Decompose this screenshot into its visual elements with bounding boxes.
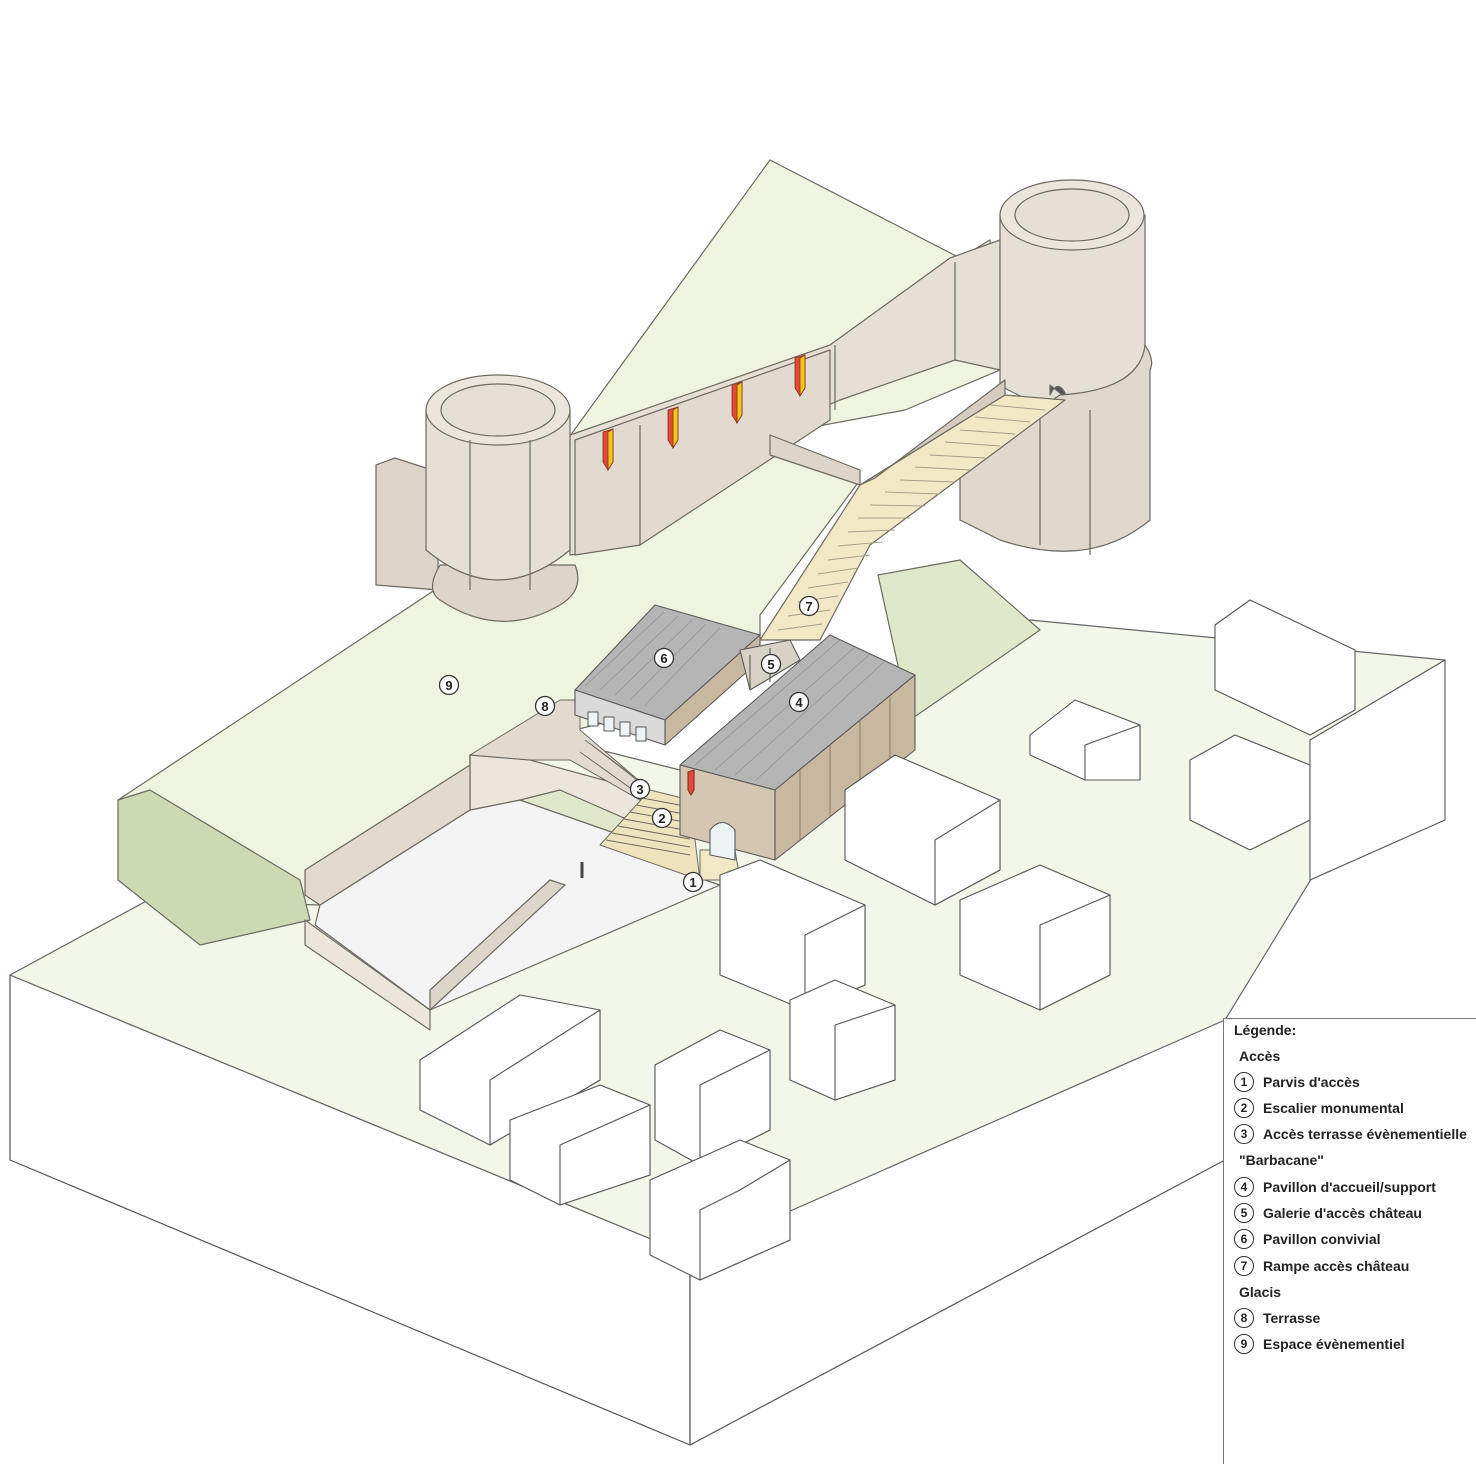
legend-group-glacis: Glacis — [1239, 1284, 1282, 1300]
legend-item-9: 9 Espace évènementiel — [1234, 1333, 1405, 1355]
legend-group-acces: Accès — [1239, 1048, 1281, 1064]
legend-number-badge: 4 — [1234, 1177, 1254, 1197]
svg-text:9: 9 — [445, 678, 452, 693]
legend-item-label: Terrasse — [1263, 1310, 1321, 1326]
legend-item-3-continuation: "Barbacane" — [1239, 1152, 1324, 1168]
legend-item-6: 6 Pavillon convivial — [1234, 1228, 1381, 1250]
left-tower — [375, 374, 579, 622]
legend-item-5: 5 Galerie d'accès château — [1234, 1202, 1422, 1224]
legend-item-label: Rampe accès château — [1263, 1258, 1410, 1274]
legend-number-badge: 8 — [1234, 1308, 1254, 1328]
callout-9: 9 — [438, 674, 460, 696]
legend-item-2: 2 Escalier monumental — [1234, 1097, 1404, 1119]
svg-text:6: 6 — [660, 651, 667, 666]
svg-text:5: 5 — [767, 657, 774, 672]
legend-item-label: Accès terrasse évènementielle — [1263, 1126, 1467, 1142]
banner-pavilion — [687, 769, 695, 796]
legend-number-badge: 3 — [1234, 1124, 1254, 1144]
legend-number-badge: 2 — [1234, 1098, 1254, 1118]
legend-number-badge: 1 — [1234, 1072, 1254, 1092]
callout-5: 5 — [760, 653, 782, 675]
legend-item-label: Escalier monumental — [1263, 1100, 1404, 1116]
svg-text:3: 3 — [636, 782, 643, 797]
legend-item-1: 1 Parvis d'accès — [1234, 1071, 1360, 1093]
legend-item-label: Pavillon convivial — [1263, 1231, 1381, 1247]
callout-8: 8 — [534, 695, 556, 717]
legend-item-4: 4 Pavillon d'accueil/support — [1234, 1176, 1436, 1198]
legend-number-badge: 5 — [1234, 1203, 1254, 1223]
legend-item-label: Espace évènementiel — [1263, 1336, 1405, 1352]
legend-title: Légende: — [1234, 1022, 1297, 1038]
callout-2: 2 — [651, 807, 673, 829]
svg-text:4: 4 — [795, 695, 803, 710]
legend-number-badge: 6 — [1234, 1229, 1254, 1249]
callout-1: 1 — [682, 871, 704, 893]
callout-4: 4 — [788, 691, 810, 713]
callout-3: 3 — [629, 778, 651, 800]
legend-panel: Légende: Accès 1 Parvis d'accès 2 Escali… — [1223, 1018, 1476, 1464]
legend-number-badge: 7 — [1234, 1256, 1254, 1276]
legend-item-3: 3 Accès terrasse évènementielle — [1234, 1123, 1467, 1145]
legend-number-badge: 9 — [1234, 1334, 1254, 1354]
svg-text:7: 7 — [805, 599, 812, 614]
legend-item-label: Pavillon d'accueil/support — [1263, 1179, 1436, 1195]
svg-text:2: 2 — [658, 811, 665, 826]
svg-text:1: 1 — [689, 875, 696, 890]
legend-item-7: 7 Rampe accès château — [1234, 1255, 1409, 1277]
legend-item-label: Galerie d'accès château — [1263, 1205, 1422, 1221]
callout-7: 7 — [798, 595, 820, 617]
legend-item-8: 8 Terrasse — [1234, 1307, 1320, 1329]
legend-item-label: Parvis d'accès — [1263, 1074, 1360, 1090]
svg-text:8: 8 — [541, 699, 548, 714]
callout-6: 6 — [653, 647, 675, 669]
